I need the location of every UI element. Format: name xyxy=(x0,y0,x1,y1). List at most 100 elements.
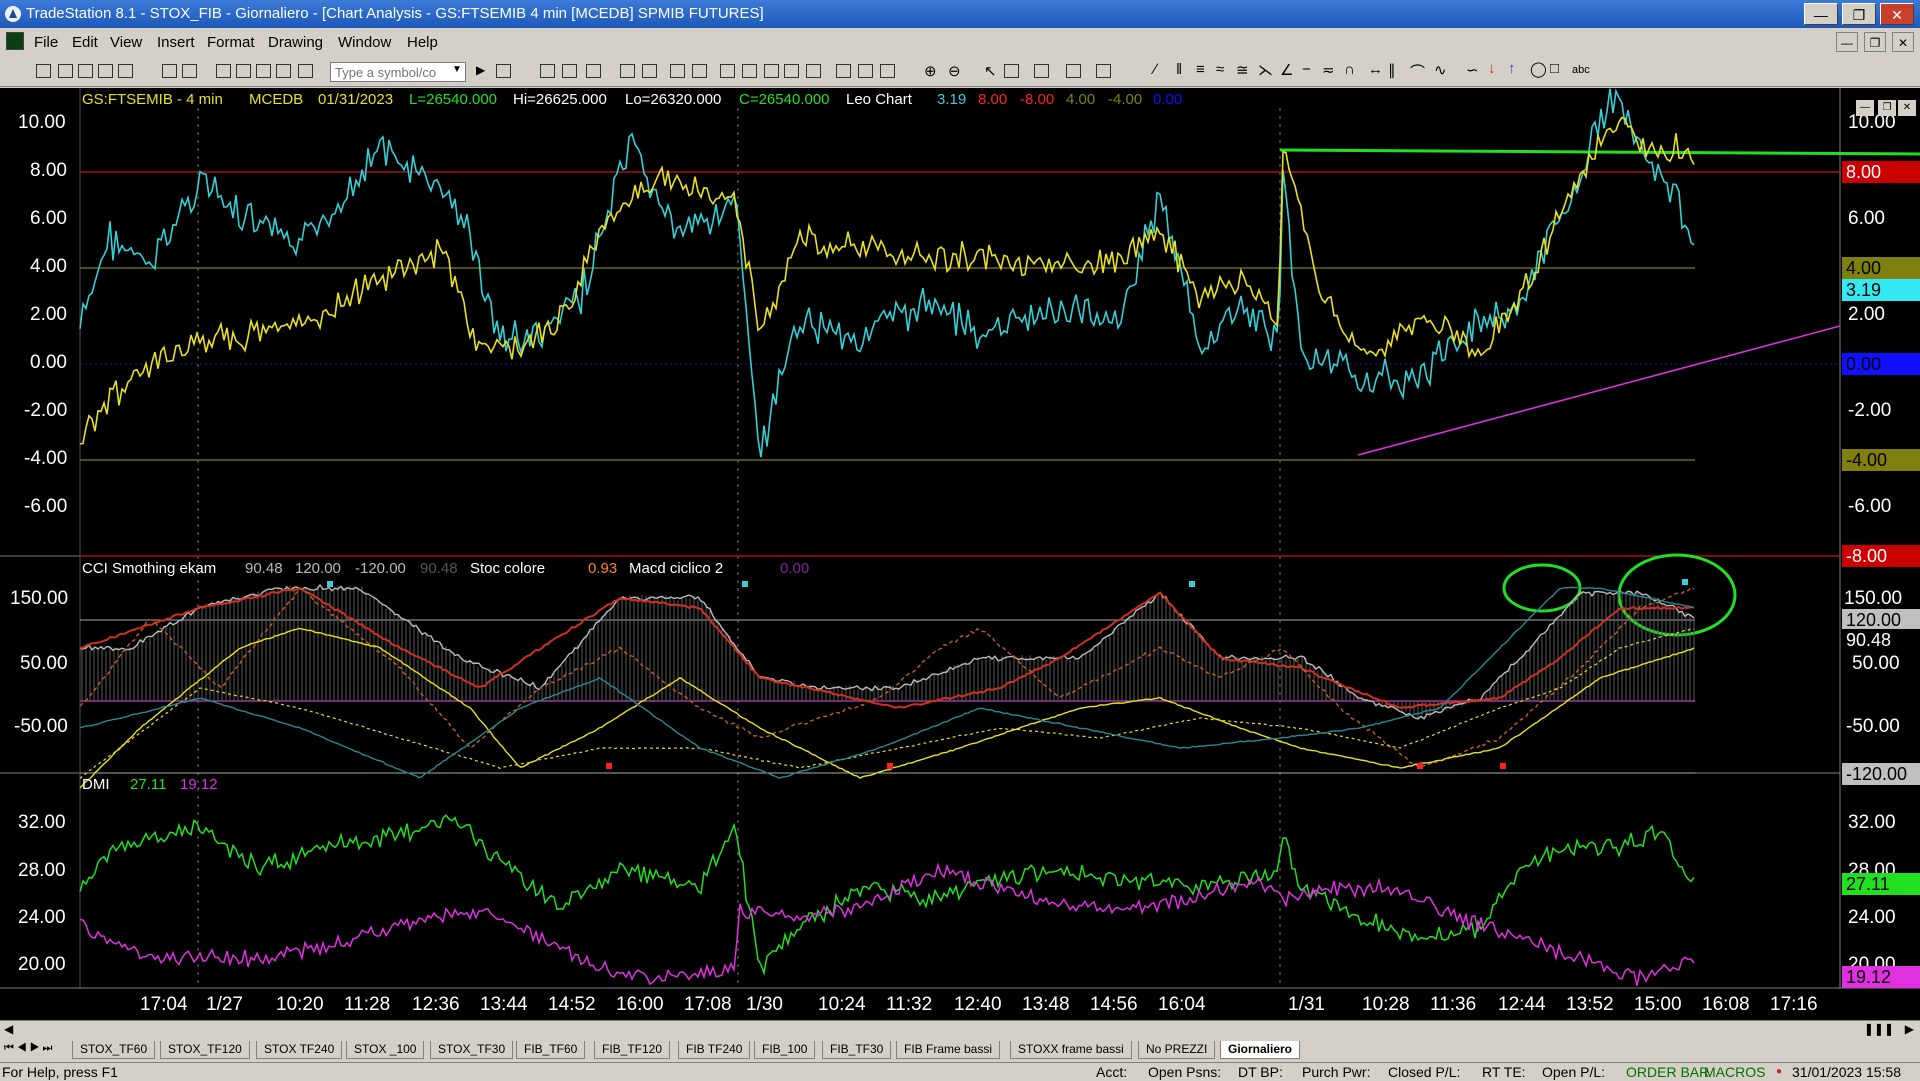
window-split-icon[interactable] xyxy=(670,64,685,78)
insert-indicator-icon[interactable] xyxy=(562,64,577,78)
zoom-in-icon[interactable]: ⊕ xyxy=(924,62,937,80)
arrow-down-icon[interactable]: ↓ xyxy=(1488,60,1496,77)
parallel-icon[interactable]: ∥ xyxy=(1388,61,1396,79)
gann-fan-icon[interactable]: ∠ xyxy=(1280,61,1293,79)
rectangle-icon[interactable]: □ xyxy=(1550,60,1559,77)
mdi-close-button[interactable]: ✕ xyxy=(1892,32,1914,52)
bar-chart-icon[interactable] xyxy=(720,64,735,78)
scroll-right-icon[interactable]: ▶ xyxy=(1905,1022,1914,1036)
menu-format[interactable]: Format xyxy=(207,34,255,51)
maximize-button[interactable]: ❐ xyxy=(1842,3,1876,25)
menu-file[interactable]: File xyxy=(34,34,58,51)
tab-stoxx-frame-bassi[interactable]: STOXX frame bassi xyxy=(1010,1041,1132,1059)
move-right-icon[interactable] xyxy=(858,64,873,78)
status-order-bar[interactable]: ORDER BAR xyxy=(1626,1064,1709,1080)
print-icon[interactable] xyxy=(162,64,177,78)
data-window-icon[interactable] xyxy=(880,64,895,78)
tab-fib-100[interactable]: FIB_100 xyxy=(754,1041,816,1059)
tab-stox-tf240[interactable]: STOX TF240 xyxy=(256,1041,343,1059)
tab-stox-tf120[interactable]: STOX_TF120 xyxy=(160,1041,250,1059)
panel-restore-button[interactable]: ❐ xyxy=(1878,100,1896,116)
menu-window[interactable]: Window xyxy=(338,34,391,51)
ellipse-icon[interactable]: ◯ xyxy=(1530,60,1547,78)
lock-icon[interactable] xyxy=(256,64,271,78)
status-macros[interactable]: MACROS xyxy=(1704,1064,1765,1080)
mdi-restore-button[interactable]: ❐ xyxy=(1864,32,1886,52)
minimize-button[interactable]: — xyxy=(1804,3,1838,25)
menu-drawing[interactable]: Drawing xyxy=(268,34,323,51)
chart-style-icon[interactable] xyxy=(620,64,635,78)
channel-icon[interactable]: ≅ xyxy=(1236,61,1249,79)
new-icon[interactable] xyxy=(36,64,51,78)
scroll-icon[interactable] xyxy=(642,64,657,78)
ohlc-icon[interactable] xyxy=(784,64,799,78)
trendline-icon[interactable]: ∕ xyxy=(1154,61,1157,78)
symbol-input[interactable] xyxy=(330,62,466,82)
tab-nav-arrows-icon[interactable]: ⏮◀▶⏭ xyxy=(4,1042,55,1055)
zoom-out-icon[interactable]: ⊖ xyxy=(948,62,961,80)
chart-analysis-icon[interactable] xyxy=(216,64,231,78)
panel-minimize-button[interactable]: — xyxy=(1856,100,1874,116)
freehand-icon[interactable]: ∿ xyxy=(1434,61,1447,79)
menu-help[interactable]: Help xyxy=(407,34,438,51)
time-tick: 17:04 xyxy=(140,994,188,1015)
save-all-icon[interactable] xyxy=(98,64,113,78)
go-arrow-icon[interactable]: ▶ xyxy=(476,63,485,77)
arc-icon[interactable]: ⌒ xyxy=(1410,61,1425,82)
tab-no-prezzi[interactable]: No PREZZI xyxy=(1138,1041,1216,1059)
pointer-icon[interactable]: ↖ xyxy=(984,62,997,80)
tab-stox-100[interactable]: STOX _100 xyxy=(346,1041,425,1059)
tab-giornaliero[interactable]: Giornaliero xyxy=(1220,1041,1301,1059)
workspace-icon[interactable] xyxy=(118,64,133,78)
panel-close-button[interactable]: ✕ xyxy=(1898,100,1916,116)
andrews-pitchfork-icon[interactable]: ⋋ xyxy=(1258,61,1273,79)
regression-icon[interactable]: ≂ xyxy=(1322,61,1335,79)
tab-stox-tf30[interactable]: STOX_TF30 xyxy=(430,1041,514,1059)
speed-lines-icon[interactable]: − xyxy=(1302,61,1311,78)
format-symbol-icon[interactable] xyxy=(540,64,555,78)
tab-fib-frame-bassi[interactable]: FIB Frame bassi xyxy=(896,1041,1001,1059)
menu-edit[interactable]: Edit xyxy=(72,34,98,51)
tab-stox-tf60[interactable]: STOX_TF60 xyxy=(72,1041,156,1059)
menu-view[interactable]: View xyxy=(110,34,142,51)
bar-spacing-icon[interactable] xyxy=(806,64,821,78)
symbol-dropdown-icon[interactable]: ▼ xyxy=(452,64,462,75)
chart-window-icon[interactable] xyxy=(6,32,24,50)
crosshair-icon[interactable] xyxy=(1004,64,1019,78)
tab-fib-tf60[interactable]: FIB_TF60 xyxy=(516,1041,586,1059)
scroll-thumb-icon[interactable]: ❚❚❚ xyxy=(1864,1022,1894,1036)
open-icon[interactable] xyxy=(58,64,73,78)
horizontal-scrollbar[interactable]: ◀ ❚❚❚ ▶ xyxy=(0,1020,1920,1039)
scroll-left-icon[interactable]: ◀ xyxy=(4,1022,13,1036)
curve-icon[interactable]: ∽ xyxy=(1466,61,1479,79)
tab-fib-tf120[interactable]: FIB_TF120 xyxy=(594,1041,671,1059)
fibonacci-icon[interactable]: ≈ xyxy=(1216,61,1224,78)
vertical-lines-icon[interactable]: ‖ xyxy=(1176,61,1182,78)
mdi-minimize-button[interactable]: — xyxy=(1836,32,1858,52)
tag-cyan: 3.19 xyxy=(1842,279,1920,301)
tab-fib-tf30[interactable]: FIB_TF30 xyxy=(822,1041,892,1059)
horizontal-lines-icon[interactable]: ≡ xyxy=(1196,61,1205,78)
strategy-icon[interactable] xyxy=(586,64,601,78)
text-tool-icon[interactable]: abc xyxy=(1572,64,1590,76)
link-icon[interactable] xyxy=(276,64,291,78)
hotlist-icon[interactable] xyxy=(1066,64,1081,78)
arrow-up-icon[interactable]: ↑ xyxy=(1508,60,1516,77)
window-cascade-icon[interactable] xyxy=(692,64,707,78)
print-preview-icon[interactable] xyxy=(182,64,197,78)
close-button[interactable]: ✕ xyxy=(1880,3,1914,25)
tools-icon[interactable] xyxy=(1034,64,1049,78)
save-icon[interactable] xyxy=(78,64,93,78)
tab-fib-tf240[interactable]: FIB TF240 xyxy=(678,1041,751,1059)
symbol-lookup-icon[interactable] xyxy=(496,64,511,78)
options-icon[interactable] xyxy=(1096,64,1111,78)
chart-area[interactable]: GS:FTSEMIB - 4 min MCEDB 01/31/2023 L=26… xyxy=(0,88,1920,1020)
radarscreen-icon[interactable] xyxy=(236,64,251,78)
move-left-icon[interactable] xyxy=(836,64,851,78)
palette-icon[interactable] xyxy=(298,64,313,78)
candle-icon[interactable] xyxy=(764,64,779,78)
line-chart-icon[interactable] xyxy=(742,64,757,78)
cycle-icon[interactable]: ∩ xyxy=(1344,61,1355,78)
menu-insert[interactable]: Insert xyxy=(157,34,195,51)
offset-icon[interactable]: ↔ xyxy=(1368,61,1383,78)
